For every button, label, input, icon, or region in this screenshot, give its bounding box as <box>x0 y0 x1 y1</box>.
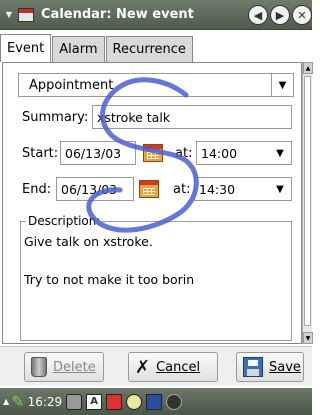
trash-icon <box>31 357 47 377</box>
end-date-input[interactable]: 06/13/03 <box>56 177 134 201</box>
end-date-picker-button[interactable] <box>136 177 162 201</box>
end-at-label: at: <box>173 182 191 197</box>
tab-event[interactable]: Event <box>0 34 52 62</box>
clock[interactable]: 16:29 <box>28 395 63 409</box>
tab-recurrence[interactable]: Recurrence <box>105 36 193 62</box>
calendar-app-icon <box>18 7 34 22</box>
chevron-down-icon: ▼ <box>271 74 293 96</box>
terminal-icon[interactable] <box>146 393 163 410</box>
end-label: End: <box>22 182 52 197</box>
tab-alarm[interactable]: Alarm <box>52 36 105 62</box>
start-time-select[interactable]: 14:00 ▼ <box>196 141 292 165</box>
arrow-left-icon[interactable]: ◀ <box>248 5 268 25</box>
save-label: Save <box>269 359 301 375</box>
summary-input[interactable]: xstroke talk <box>92 105 292 129</box>
taskbar-menu-icon[interactable]: ▲ <box>3 397 9 406</box>
calendar-icon <box>139 180 159 198</box>
drive-icon[interactable] <box>66 393 83 410</box>
scroll-down-icon[interactable]: ▼ <box>303 332 313 344</box>
description-label: Description: <box>26 214 103 228</box>
x-icon: ✗ <box>135 356 151 378</box>
start-date-value: 06/13/03 <box>65 145 122 161</box>
category-value: Appointment <box>29 77 114 93</box>
end-time-value: 14:30 <box>199 181 236 197</box>
category-select[interactable]: Appointment ▼ <box>18 73 294 97</box>
delete-label: Delete <box>53 359 96 375</box>
description-text: Give talk on xstroke. Try to not make it… <box>24 234 195 287</box>
start-date-picker-button[interactable] <box>140 141 166 165</box>
button-bar: Delete ✗ Cancel Save <box>0 346 312 386</box>
brightness-icon[interactable] <box>166 393 183 410</box>
cancel-button[interactable]: ✗ Cancel <box>128 352 218 382</box>
title-bar: ▼ Calendar: New event ◀ ▶ ✕ <box>0 0 312 30</box>
keyboard-icon[interactable]: A <box>86 393 103 410</box>
start-date-input[interactable]: 06/13/03 <box>60 141 136 165</box>
floppy-icon <box>243 357 263 377</box>
mail-icon[interactable] <box>106 393 123 410</box>
end-date-value: 06/13/03 <box>61 181 118 197</box>
chevron-down-icon: ▼ <box>276 183 284 195</box>
lightbulb-icon[interactable] <box>126 393 143 410</box>
delete-button[interactable]: Delete <box>24 352 104 382</box>
arrow-right-icon[interactable]: ▶ <box>270 5 290 25</box>
window-title: Calendar: New event <box>41 7 194 22</box>
cancel-label: Cancel <box>156 359 201 375</box>
window-controls: ◀ ▶ ✕ <box>248 5 312 25</box>
tab-bar: Event Alarm Recurrence <box>0 34 194 62</box>
scroll-up-icon[interactable]: ▲ <box>303 62 313 74</box>
start-time-value: 14:00 <box>201 145 238 161</box>
scroll-thumb[interactable] <box>304 76 311 326</box>
pen-input-icon[interactable]: ✎ <box>11 392 24 411</box>
window-menu-icon[interactable]: ▼ <box>2 0 16 30</box>
calendar-icon <box>143 144 163 162</box>
start-at-label: at: <box>175 146 193 161</box>
scrollbar[interactable]: ▲ ▼ <box>302 62 313 344</box>
save-button[interactable]: Save <box>236 352 304 382</box>
close-icon[interactable]: ✕ <box>292 5 312 25</box>
chevron-down-icon: ▼ <box>276 147 284 159</box>
summary-value: xstroke talk <box>97 109 171 125</box>
end-time-select[interactable]: 14:30 ▼ <box>194 177 292 201</box>
summary-label: Summary: <box>22 110 89 125</box>
taskbar: ▲ ✎ 16:29 A <box>0 388 312 415</box>
start-label: Start: <box>22 146 59 161</box>
